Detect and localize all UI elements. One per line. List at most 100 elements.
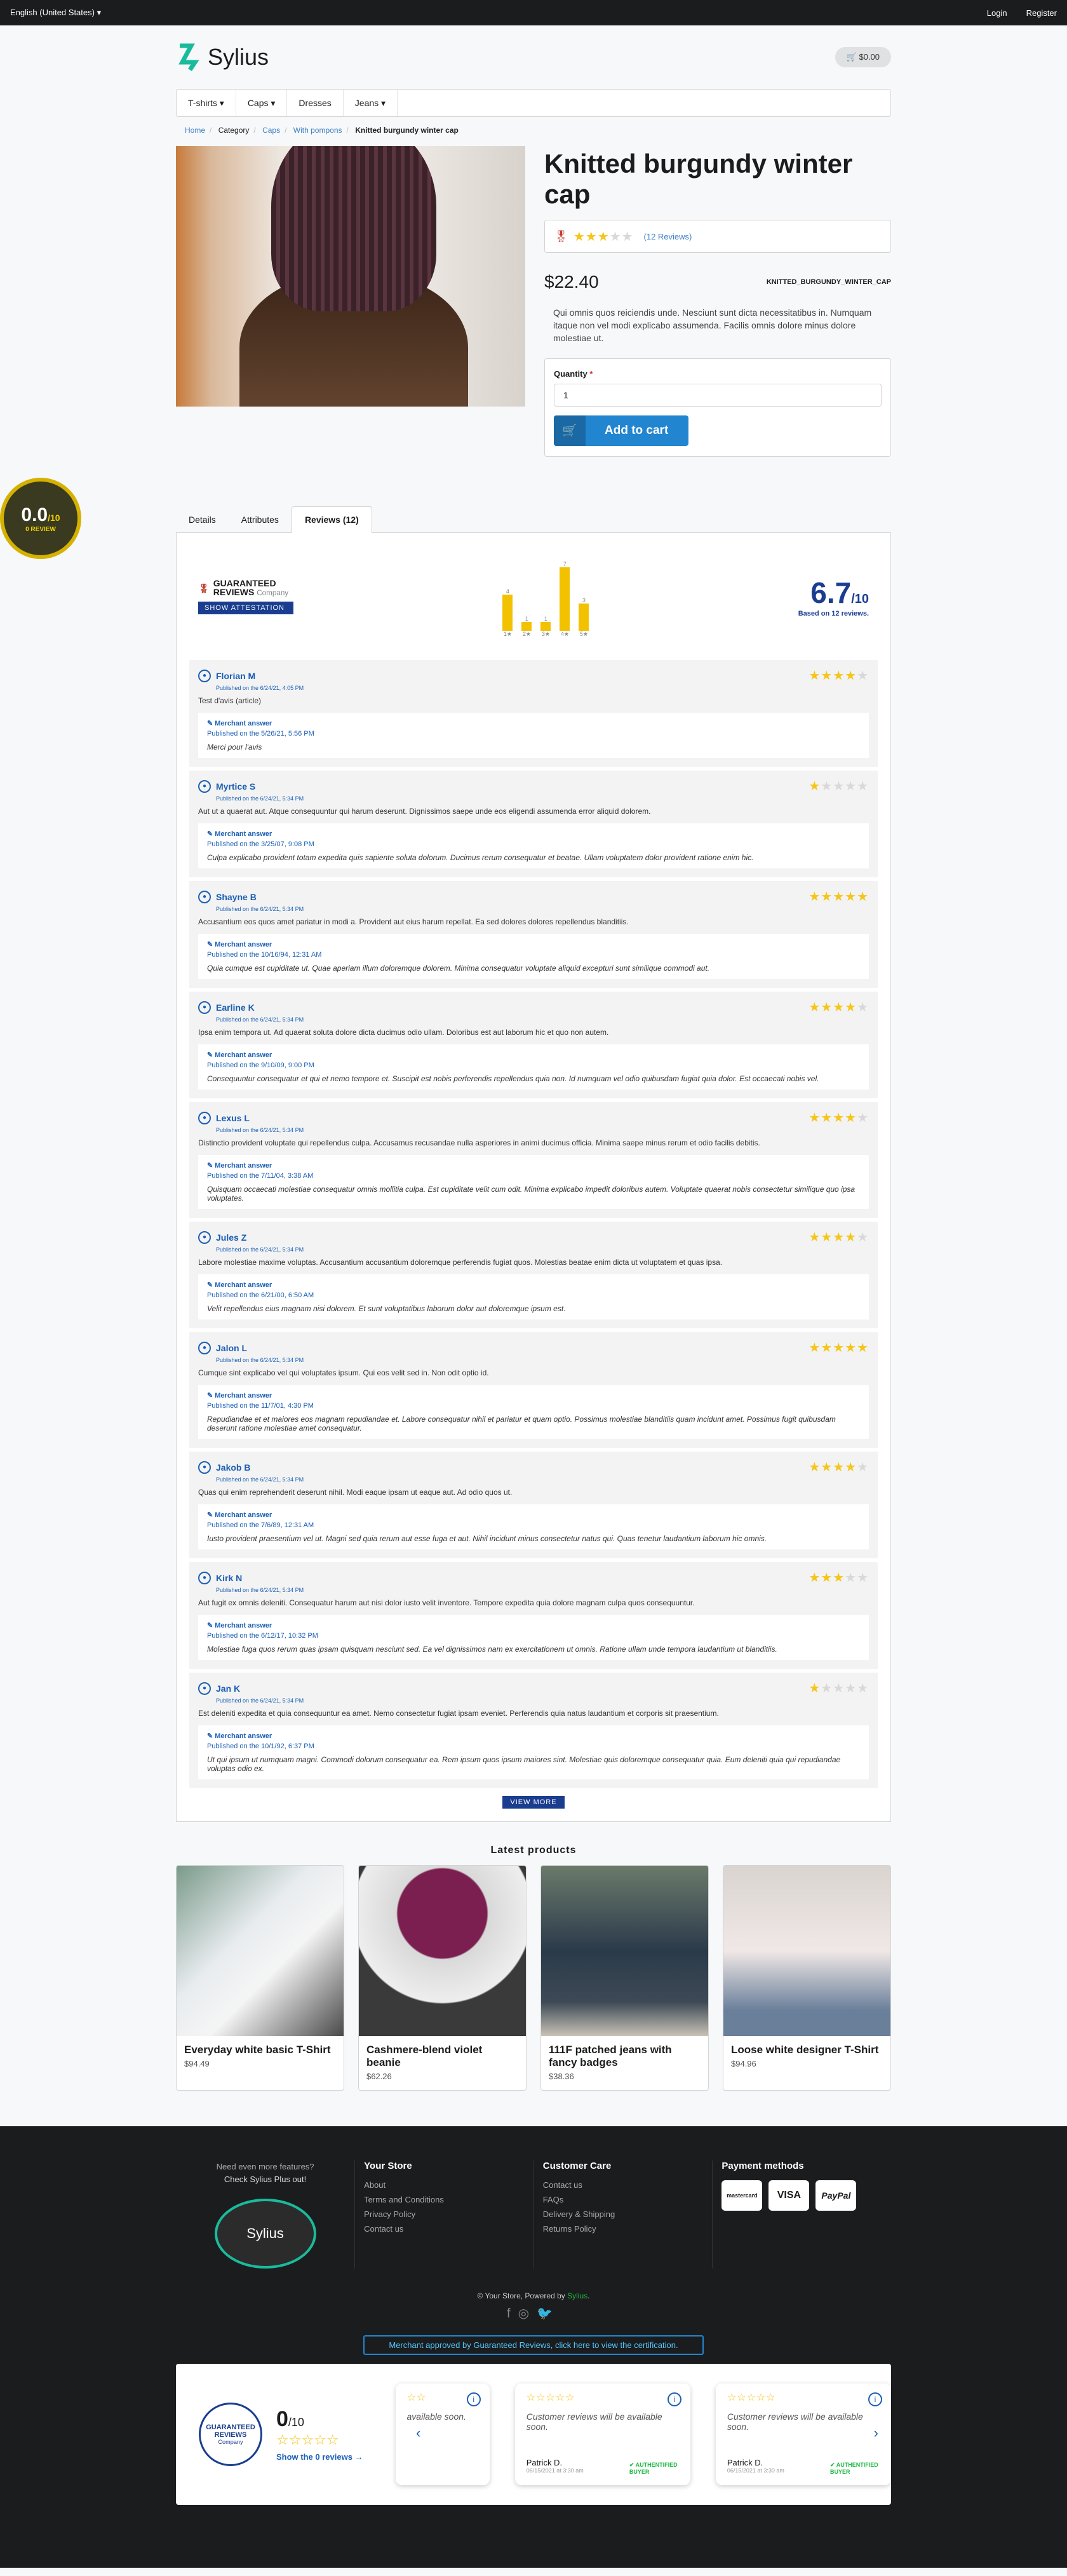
product-card[interactable]: Cashmere-blend violet beanie $62.26 (358, 1865, 527, 2091)
review-item: ● Jakob B ★★★★★ Published on the 6/24/21, 5… (189, 1452, 878, 1558)
review-stars: ★★★★★ (809, 890, 869, 904)
widget-score-max: /10 (288, 2416, 304, 2429)
certification-button[interactable]: Merchant approved by Guaranteed Reviews,… (363, 2335, 704, 2355)
locale-selector[interactable]: English (United States) ▾ (10, 8, 101, 18)
breadcrumb-with-pompons[interactable]: With pompons (293, 126, 342, 135)
copyright: © Your Store, Powered by Sylius. (477, 2291, 590, 2300)
merchant-date: Published on the 11/7/01, 4:30 PM (207, 1402, 314, 1410)
seal-line2: REVIEWS (214, 2431, 247, 2439)
footer-link-contact-us[interactable]: Contact us (543, 2180, 713, 2190)
footer-link-terms[interactable]: Terms and Conditions (364, 2195, 534, 2204)
brand-logo[interactable]: Sylius (176, 43, 269, 71)
arrow-right-icon: → (354, 2452, 363, 2462)
histogram-bar: 7 4★ (560, 561, 570, 638)
carousel-next-icon[interactable]: › (874, 2425, 878, 2441)
footer-link-faqs[interactable]: FAQs (543, 2195, 713, 2204)
tab-attributes[interactable]: Attributes (229, 507, 292, 532)
merchant-date: Published on the 6/21/00, 6:50 AM (207, 1291, 314, 1299)
cart-button[interactable]: 🛒 $0.00 (835, 47, 891, 67)
histogram-bar: 1 3★ (540, 616, 551, 638)
review-stars: ★★★★★ (809, 1231, 869, 1244)
review-stars: ★★★★★ (809, 1001, 869, 1015)
seal-line1: GUARANTEED (206, 2424, 255, 2431)
histogram-label: 4★ (560, 631, 569, 637)
histogram-label: 1★ (503, 631, 512, 637)
breadcrumb-caps[interactable]: Caps (262, 126, 280, 135)
merchant-answer: ✎ Merchant answer Published on the 5/26/2… (198, 713, 869, 758)
breadcrumb-home[interactable]: Home (185, 126, 205, 135)
review-date: Published on the 6/24/21, 5:34 PM (216, 795, 304, 802)
review-card-message: Customer reviews will be available soon. (526, 2411, 662, 2432)
add-to-cart-button[interactable]: 🛒 Add to cart (554, 415, 688, 446)
pencil-icon: ✎ (207, 1281, 213, 1289)
histogram-count: 4 (506, 588, 509, 595)
guaranteed-reviews-floating-badge[interactable]: 0.0/10 0 REVIEW (0, 478, 81, 559)
info-icon[interactable]: i (466, 2392, 481, 2406)
product-tabs: Details Attributes Reviews (12) (176, 505, 891, 533)
badge-label: 0 REVIEW (25, 525, 56, 533)
gr-line2: REVIEWS (213, 587, 255, 597)
instagram-icon[interactable]: ◎ (518, 2307, 537, 2321)
sylius-plus-link[interactable]: Check Sylius Plus out! (224, 2175, 306, 2184)
review-item: ● Jalon L ★★★★★ Published on the 6/24/21, 5… (189, 1332, 878, 1448)
menu-item-tshirts[interactable]: T-shirts ▾ (177, 90, 236, 116)
footer-link-contact[interactable]: Contact us (364, 2224, 534, 2234)
product-image[interactable] (176, 146, 525, 407)
show-reviews-link[interactable]: Show the 0 reviews → (276, 2452, 363, 2462)
merchant-answer: ✎ Merchant answer Published on the 7/11/0… (198, 1155, 869, 1209)
register-link[interactable]: Register (1026, 8, 1057, 18)
score-max: /10 (851, 592, 869, 606)
review-item: ● Lexus L ★★★★★ Published on the 6/24/21, 5… (189, 1102, 878, 1218)
menu-label: T-shirts (188, 98, 217, 108)
review-item: ● Jules Z ★★★★★ Published on the 6/24/21, 5… (189, 1222, 878, 1328)
menu-item-dresses[interactable]: Dresses (287, 90, 344, 116)
sylius-logo-icon (178, 43, 199, 71)
show-attestation-button[interactable]: SHOW ATTESTATION (198, 602, 293, 614)
twitter-icon[interactable]: 🐦 (537, 2307, 560, 2321)
merchant-text: Culpa explicabo provident totam expedita… (207, 853, 754, 862)
footer-link-returns[interactable]: Returns Policy (543, 2224, 713, 2234)
footer-link-privacy[interactable]: Privacy Policy (364, 2209, 534, 2219)
reviews-count-link[interactable]: (12 Reviews) (644, 232, 692, 241)
merchant-text: Consequuntur consequatur et qui et nemo … (207, 1074, 819, 1083)
merchant-text: Quisquam occaecati molestiae consequatur… (207, 1185, 856, 1203)
merchant-text: Molestiae fuga quos rerum quas ipsam qui… (207, 1645, 777, 1654)
merchant-date: Published on the 7/11/04, 3:38 AM (207, 1172, 314, 1180)
sylius-plus-logo[interactable]: Sylius (214, 2199, 316, 2269)
product-card[interactable]: Loose white designer T-Shirt $94.96 (723, 1865, 891, 2091)
tab-reviews[interactable]: Reviews (12) (291, 506, 372, 533)
facebook-icon[interactable]: f (507, 2307, 518, 2321)
info-icon[interactable]: i (667, 2392, 681, 2406)
info-icon[interactable]: i (868, 2392, 882, 2406)
product-card-name: Cashmere-blend violet beanie (366, 2044, 483, 2068)
login-link[interactable]: Login (987, 8, 1007, 18)
quantity-input[interactable]: 1 (554, 384, 882, 407)
menu-item-jeans[interactable]: Jeans ▾ (344, 90, 398, 116)
product-card-price: $38.36 (549, 2072, 574, 2081)
histogram-bar: 4 1★ (502, 588, 513, 638)
product-card-image (723, 1866, 890, 2036)
cart-total: $0.00 (859, 52, 880, 62)
review-text: Cumque sint explicabo vel qui voluptates… (198, 1368, 489, 1377)
user-icon: ● (198, 669, 211, 682)
review-author: Jules Z (216, 1232, 247, 1243)
review-text: Aut ut a quaerat aut. Atque consequuntur… (198, 807, 651, 816)
product-card[interactable]: Everyday white basic T-Shirt $94.49 (176, 1865, 344, 2091)
menu-item-caps[interactable]: Caps ▾ (236, 90, 288, 116)
user-icon: ● (198, 1571, 211, 1584)
footer-link-about[interactable]: About (364, 2180, 534, 2190)
product-card[interactable]: 111F patched jeans with fancy badges $38… (540, 1865, 709, 2091)
view-more-button[interactable]: VIEW MORE (502, 1796, 565, 1809)
footer-link-delivery[interactable]: Delivery & Shipping (543, 2209, 713, 2219)
merchant-answer: ✎ Merchant answer Published on the 6/21/0… (198, 1274, 869, 1319)
review-text: Distinctio provident voluptate qui repel… (198, 1138, 760, 1147)
histogram-bar: 1 2★ (521, 616, 532, 638)
review-date: Published on the 6/24/21, 5:34 PM (216, 1697, 304, 1704)
merchant-answer: ✎ Merchant answer Published on the 11/7/0… (198, 1385, 869, 1439)
review-card-author: Patrick D. (727, 2458, 763, 2467)
based-on: Based on 12 reviews. (798, 610, 869, 617)
merchant-date: Published on the 3/25/07, 9:08 PM (207, 840, 314, 848)
powered-by-link[interactable]: Sylius (567, 2291, 587, 2300)
tab-details[interactable]: Details (176, 507, 229, 532)
review-date: Published on the 6/24/21, 4:05 PM (216, 685, 304, 691)
